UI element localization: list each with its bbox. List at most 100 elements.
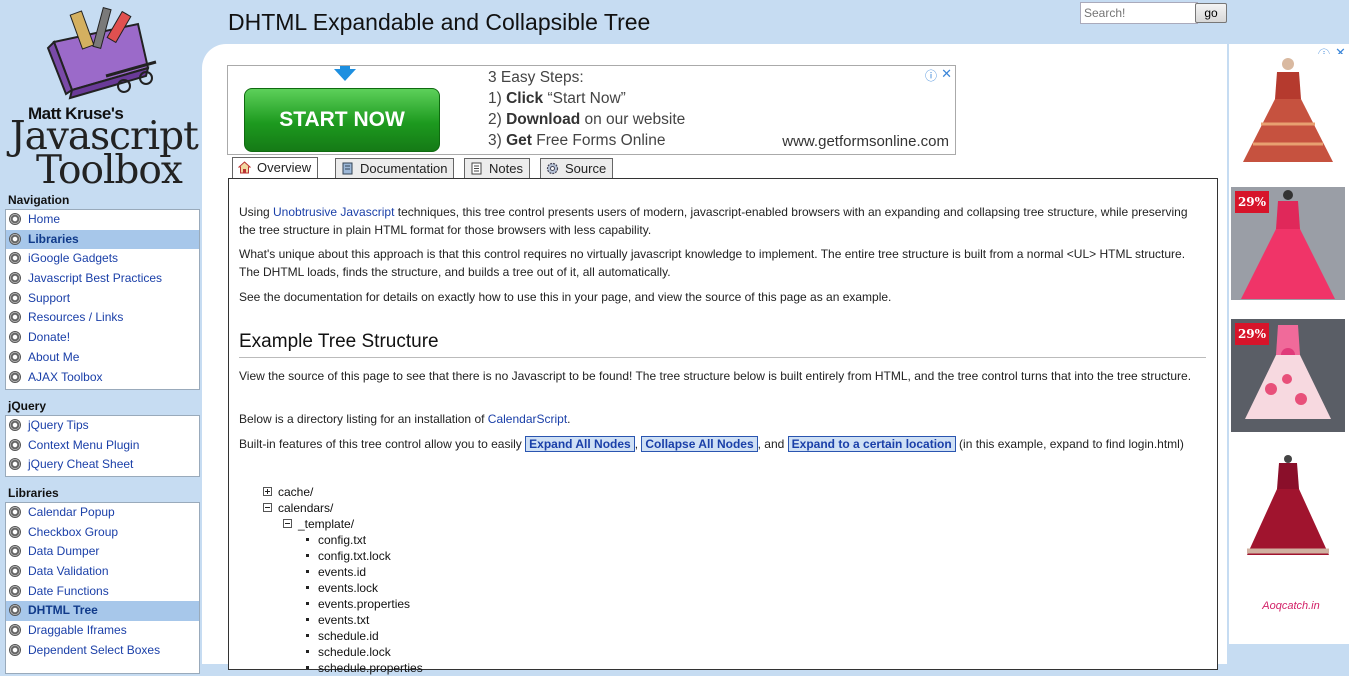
tree-leaf[interactable]: config.txt.lock xyxy=(306,548,391,564)
tree-leaf[interactable]: events.id xyxy=(306,564,366,580)
tree-leaf[interactable]: schedule.properties xyxy=(306,660,423,676)
nav-item-draggable-iframes[interactable]: Draggable Iframes xyxy=(6,621,199,641)
tab-overview[interactable]: Overview xyxy=(232,157,319,179)
bullet-icon xyxy=(9,458,21,471)
nav-item-igoogle-gadgets[interactable]: iGoogle Gadgets xyxy=(6,249,199,269)
nav-item-jquery-cheat-sheet[interactable]: jQuery Cheat Sheet xyxy=(6,455,199,475)
text-segment: Built-in features of this tree control a… xyxy=(239,437,526,451)
brand-logo[interactable]: Aoqcatch.in xyxy=(1241,600,1341,612)
right-ad-column[interactable]: ⓘ ✕ 29% 29% Aoqcatch.in xyxy=(1229,44,1349,644)
link-calendarscript[interactable]: CalendarScript xyxy=(488,412,567,426)
bullet-icon xyxy=(9,604,21,617)
tree-node-label: _template/ xyxy=(298,517,355,531)
expand-all-nodes-button[interactable]: Expand All Nodes xyxy=(525,436,635,452)
discount-badge: 29% xyxy=(1235,323,1269,345)
nav-item-label: Data Validation xyxy=(28,564,109,579)
nav-item-label: Libraries xyxy=(28,231,79,246)
collapse-icon[interactable] xyxy=(263,503,272,512)
tab-source[interactable]: Source xyxy=(540,158,614,178)
nav-item-javascript-best-practices[interactable]: Javascript Best Practices xyxy=(6,269,199,289)
search-input[interactable] xyxy=(1080,2,1198,24)
site-logo[interactable]: Matt Kruse's Javascript Toolbox xyxy=(6,2,199,193)
dress-product-image[interactable] xyxy=(1231,54,1345,167)
nav-item-resources-links[interactable]: Resources / Links xyxy=(6,308,199,328)
tree-node-label: events.lock xyxy=(318,581,379,595)
bullet-icon xyxy=(9,291,21,304)
ad-step-text: Free Forms Online xyxy=(531,132,666,149)
tree-node-label: schedule.properties xyxy=(318,661,423,675)
text-segment: (in this example, expand to find login.h… xyxy=(955,437,1184,451)
bullet-icon xyxy=(9,545,21,558)
nav-item-date-functions[interactable]: Date Functions xyxy=(6,582,199,602)
tab-content-overview: Using Unobtrusive Javascript techniques,… xyxy=(228,178,1218,675)
nav-item-home[interactable]: Home xyxy=(6,210,199,230)
nav-item-data-validation[interactable]: Data Validation xyxy=(6,562,199,582)
ad-step-text: “Start Now” xyxy=(543,90,626,107)
tree-leaf[interactable]: schedule.id xyxy=(306,628,379,644)
nav-item-label: Donate! xyxy=(28,330,71,345)
gear-icon xyxy=(546,162,559,175)
close-icon[interactable]: ✕ xyxy=(941,66,952,82)
nav-item-label: Date Functions xyxy=(28,583,109,598)
bullet-icon xyxy=(306,618,309,621)
ad-start-now-button[interactable]: START NOW xyxy=(244,88,440,152)
bullet-icon xyxy=(306,650,309,653)
tab-notes[interactable]: Notes xyxy=(464,158,530,178)
bullet-icon xyxy=(9,311,21,324)
discount-badge: 29% xyxy=(1235,191,1269,213)
bullet-icon xyxy=(9,370,21,383)
tree-leaf[interactable]: events.properties xyxy=(306,596,410,612)
nav-item-label: Context Menu Plugin xyxy=(28,437,140,452)
expand-to-location-button[interactable]: Expand to a certain location xyxy=(787,436,956,452)
nav-item-dependent-select-boxes[interactable]: Dependent Select Boxes xyxy=(6,641,199,661)
collapse-all-nodes-button[interactable]: Collapse All Nodes xyxy=(641,436,758,452)
nav-list-navigation: Home Libraries iGoogle Gadgets Javascrip… xyxy=(5,209,200,390)
bullet-icon xyxy=(306,602,309,605)
nav-item-donate[interactable]: Donate! xyxy=(6,328,199,348)
bullet-icon xyxy=(306,666,309,669)
nav-item-data-dumper[interactable]: Data Dumper xyxy=(6,542,199,562)
nav-item-checkbox-group[interactable]: Checkbox Group xyxy=(6,523,199,543)
nav-item-jquery-tips[interactable]: jQuery Tips xyxy=(6,416,199,436)
tab-documentation[interactable]: Documentation xyxy=(335,158,455,178)
tree-node-template[interactable]: _template/ xyxy=(283,516,354,532)
tree-node-label: events.id xyxy=(318,565,367,579)
nav-item-context-menu-plugin[interactable]: Context Menu Plugin xyxy=(6,436,199,456)
ad-banner[interactable]: START NOW 3 Easy Steps: 1) Click “Start … xyxy=(227,65,956,155)
bullet-icon xyxy=(9,272,21,285)
go-button[interactable]: go xyxy=(1195,3,1227,23)
nav-item-ajax-toolbox[interactable]: AJAX Toolbox xyxy=(6,368,199,388)
tree-leaf[interactable]: events.txt xyxy=(306,612,369,628)
nav-item-calendar-popup[interactable]: Calendar Popup xyxy=(6,503,199,523)
text-segment: Using xyxy=(239,205,274,219)
ad-step-number: 3) xyxy=(488,132,502,149)
dress-product-image[interactable] xyxy=(1231,451,1345,564)
tree-node-calendars[interactable]: calendars/ xyxy=(263,500,333,516)
nav-item-support[interactable]: Support xyxy=(6,289,199,309)
tab-label: Notes xyxy=(489,161,523,176)
collapse-icon[interactable] xyxy=(283,519,292,528)
bullet-icon xyxy=(9,213,21,225)
nav-item-about-me[interactable]: About Me xyxy=(6,348,199,368)
nav-list-jquery: jQuery Tips Context Menu Plugin jQuery C… xyxy=(5,415,200,477)
info-icon[interactable]: ⓘ xyxy=(925,67,937,84)
bullet-icon xyxy=(9,584,21,597)
ad-step-3: 3) Get Free Forms Online xyxy=(488,132,665,150)
nav-item-libraries[interactable]: Libraries xyxy=(6,229,199,250)
nav-item-dhtml-tree[interactable]: DHTML Tree xyxy=(6,601,199,622)
nav-section-title-navigation: Navigation xyxy=(8,193,70,207)
tree-node-label: events.txt xyxy=(318,613,370,627)
tree-leaf[interactable]: events.lock xyxy=(306,580,378,596)
bullet-icon xyxy=(9,525,21,538)
tree-leaf[interactable]: config.txt xyxy=(306,532,366,548)
tree-node-cache[interactable]: cache/ xyxy=(263,484,313,500)
tab-label: Documentation xyxy=(360,161,448,176)
features-paragraph: Built-in features of this tree control a… xyxy=(239,435,1194,453)
bullet-icon xyxy=(9,438,21,451)
bullet-icon xyxy=(9,232,21,245)
arrow-down-icon xyxy=(334,66,356,81)
tree-node-label: config.txt.lock xyxy=(318,549,391,563)
tree-leaf[interactable]: schedule.lock xyxy=(306,644,391,660)
link-unobtrusive-javascript[interactable]: Unobtrusive Javascript xyxy=(273,205,394,219)
expand-icon[interactable] xyxy=(263,487,272,496)
